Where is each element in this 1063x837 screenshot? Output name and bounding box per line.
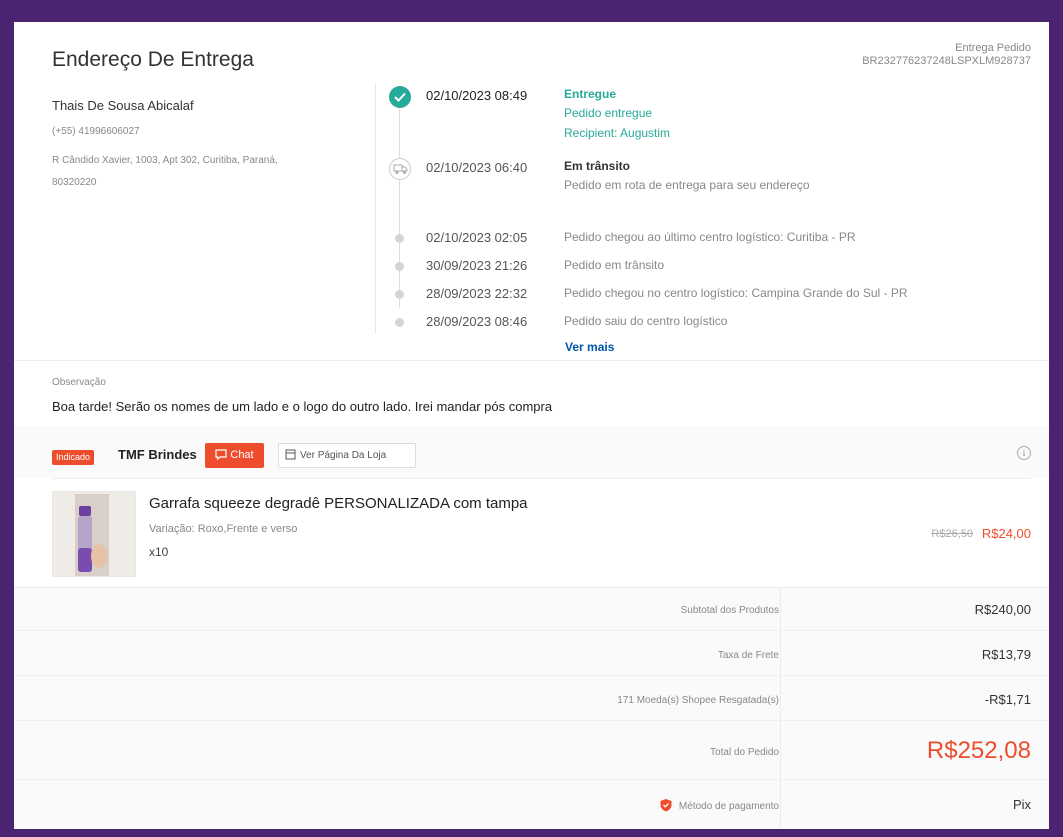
summary-label: Taxa de Frete bbox=[717, 650, 779, 661]
timeline-dot bbox=[395, 234, 404, 243]
truck-icon bbox=[389, 158, 411, 180]
address-title: Endereço De Entrega bbox=[52, 48, 254, 71]
summary-row-shipping: Taxa de Frete R$13,79 bbox=[14, 631, 1049, 676]
order-summary: Subtotal dos Produtos R$240,00 Taxa de F… bbox=[14, 587, 1049, 829]
product-image[interactable] bbox=[52, 491, 136, 577]
shield-icon bbox=[660, 799, 672, 812]
info-icon[interactable]: i bbox=[1017, 446, 1031, 460]
event-time: 28/09/2023 08:46 bbox=[426, 314, 528, 329]
order-reference-code: BR232776237248LSPXLM928737 bbox=[862, 55, 1031, 67]
order-reference: Entrega Pedido BR232776237248LSPXLM92873… bbox=[862, 42, 1031, 68]
order-detail-panel: Endereço De Entrega Entrega Pedido BR232… bbox=[14, 22, 1049, 829]
event-time: 02/10/2023 02:05 bbox=[426, 230, 528, 245]
timeline-line bbox=[399, 108, 400, 308]
order-total: R$252,08 bbox=[926, 737, 1031, 764]
chat-icon bbox=[215, 449, 227, 461]
timeline-dot bbox=[395, 318, 404, 327]
observation-section: Observação Boa tarde! Serão os nomes de … bbox=[14, 360, 1049, 426]
product-quantity: x10 bbox=[149, 545, 169, 559]
tracking-timeline: 02/10/2023 08:49 Entregue Pedido entregu… bbox=[384, 86, 1024, 356]
summary-row-coins: 171 Moeda(s) Shopee Resgatada(s) -R$1,71 bbox=[14, 676, 1049, 721]
product-name[interactable]: Garrafa squeeze degradê PERSONALIZADA co… bbox=[149, 495, 528, 512]
payment-method-label: Método de pagamento bbox=[659, 798, 779, 812]
timeline-dot bbox=[395, 290, 404, 299]
product-variation: Variação: Roxo,Frente e verso bbox=[149, 523, 298, 535]
summary-value: R$13,79 bbox=[981, 647, 1031, 662]
event-recipient: Recipient: Augustim bbox=[564, 126, 671, 140]
event-description: Pedido entregue bbox=[564, 106, 653, 120]
summary-value: R$240,00 bbox=[974, 602, 1031, 617]
check-icon bbox=[389, 86, 411, 108]
summary-value: -R$1,71 bbox=[984, 692, 1031, 707]
event-description: Pedido chegou no centro logístico: Campi… bbox=[564, 286, 908, 300]
store-icon bbox=[285, 449, 296, 460]
event-description: Pedido em trânsito bbox=[564, 258, 665, 272]
event-status: Entregue bbox=[564, 87, 617, 101]
recipient-name: Thais De Sousa Abicalaf bbox=[52, 98, 194, 113]
shop-header: Indicado TMF Brindes Chat Ver Página Da … bbox=[14, 426, 1049, 478]
chat-label: Chat bbox=[230, 449, 254, 461]
event-status: Em trânsito bbox=[564, 159, 631, 173]
section-divider bbox=[375, 84, 376, 334]
summary-row-payment: Método de pagamento Pix bbox=[14, 780, 1049, 829]
event-description: Pedido chegou ao último centro logístico… bbox=[564, 230, 856, 244]
summary-row-total: Total do Pedido R$252,08 bbox=[14, 721, 1049, 780]
payment-method-value: Pix bbox=[1012, 797, 1031, 812]
summary-label: Total do Pedido bbox=[710, 747, 779, 758]
event-time: 02/10/2023 08:49 bbox=[426, 88, 528, 103]
original-price: R$26,50 bbox=[931, 528, 973, 540]
recipient-street: R Cândido Xavier, 1003, Apt 302, Curitib… bbox=[52, 155, 278, 166]
sale-price: R$24,00 bbox=[981, 526, 1031, 541]
recipient-zip: 80320220 bbox=[52, 177, 97, 188]
payment-method-text: Método de pagamento bbox=[678, 801, 779, 812]
delivery-address-section: Endereço De Entrega Entrega Pedido BR232… bbox=[14, 22, 1049, 360]
observation-label: Observação bbox=[52, 377, 106, 388]
event-description: Pedido em rota de entrega para seu ender… bbox=[564, 178, 810, 192]
chat-button[interactable]: Chat bbox=[205, 443, 264, 468]
timeline-dot bbox=[395, 262, 404, 271]
view-shop-label: Ver Página Da Loja bbox=[300, 450, 387, 461]
order-reference-label: Entrega Pedido bbox=[955, 42, 1031, 54]
product-row[interactable]: Garrafa squeeze degradê PERSONALIZADA co… bbox=[52, 478, 1031, 587]
event-time: 28/09/2023 22:32 bbox=[426, 286, 528, 301]
summary-label: 171 Moeda(s) Shopee Resgatada(s) bbox=[617, 695, 779, 706]
recipient-phone: (+55) 41996606027 bbox=[52, 126, 140, 137]
summary-label: Subtotal dos Produtos bbox=[680, 605, 779, 616]
event-time: 02/10/2023 06:40 bbox=[426, 160, 528, 175]
event-time: 30/09/2023 21:26 bbox=[426, 258, 528, 273]
view-shop-button[interactable]: Ver Página Da Loja bbox=[278, 443, 416, 468]
event-description: Pedido saiu do centro logístico bbox=[564, 314, 728, 328]
shop-badge: Indicado bbox=[52, 450, 95, 465]
view-more-link[interactable]: Ver mais bbox=[565, 340, 614, 354]
shop-name[interactable]: TMF Brindes bbox=[118, 447, 197, 462]
summary-row-subtotal: Subtotal dos Produtos R$240,00 bbox=[14, 588, 1049, 631]
observation-text: Boa tarde! Serão os nomes de um lado e o… bbox=[52, 399, 553, 414]
recipient-address: R Cândido Xavier, 1003, Apt 302, Curitib… bbox=[52, 150, 342, 194]
